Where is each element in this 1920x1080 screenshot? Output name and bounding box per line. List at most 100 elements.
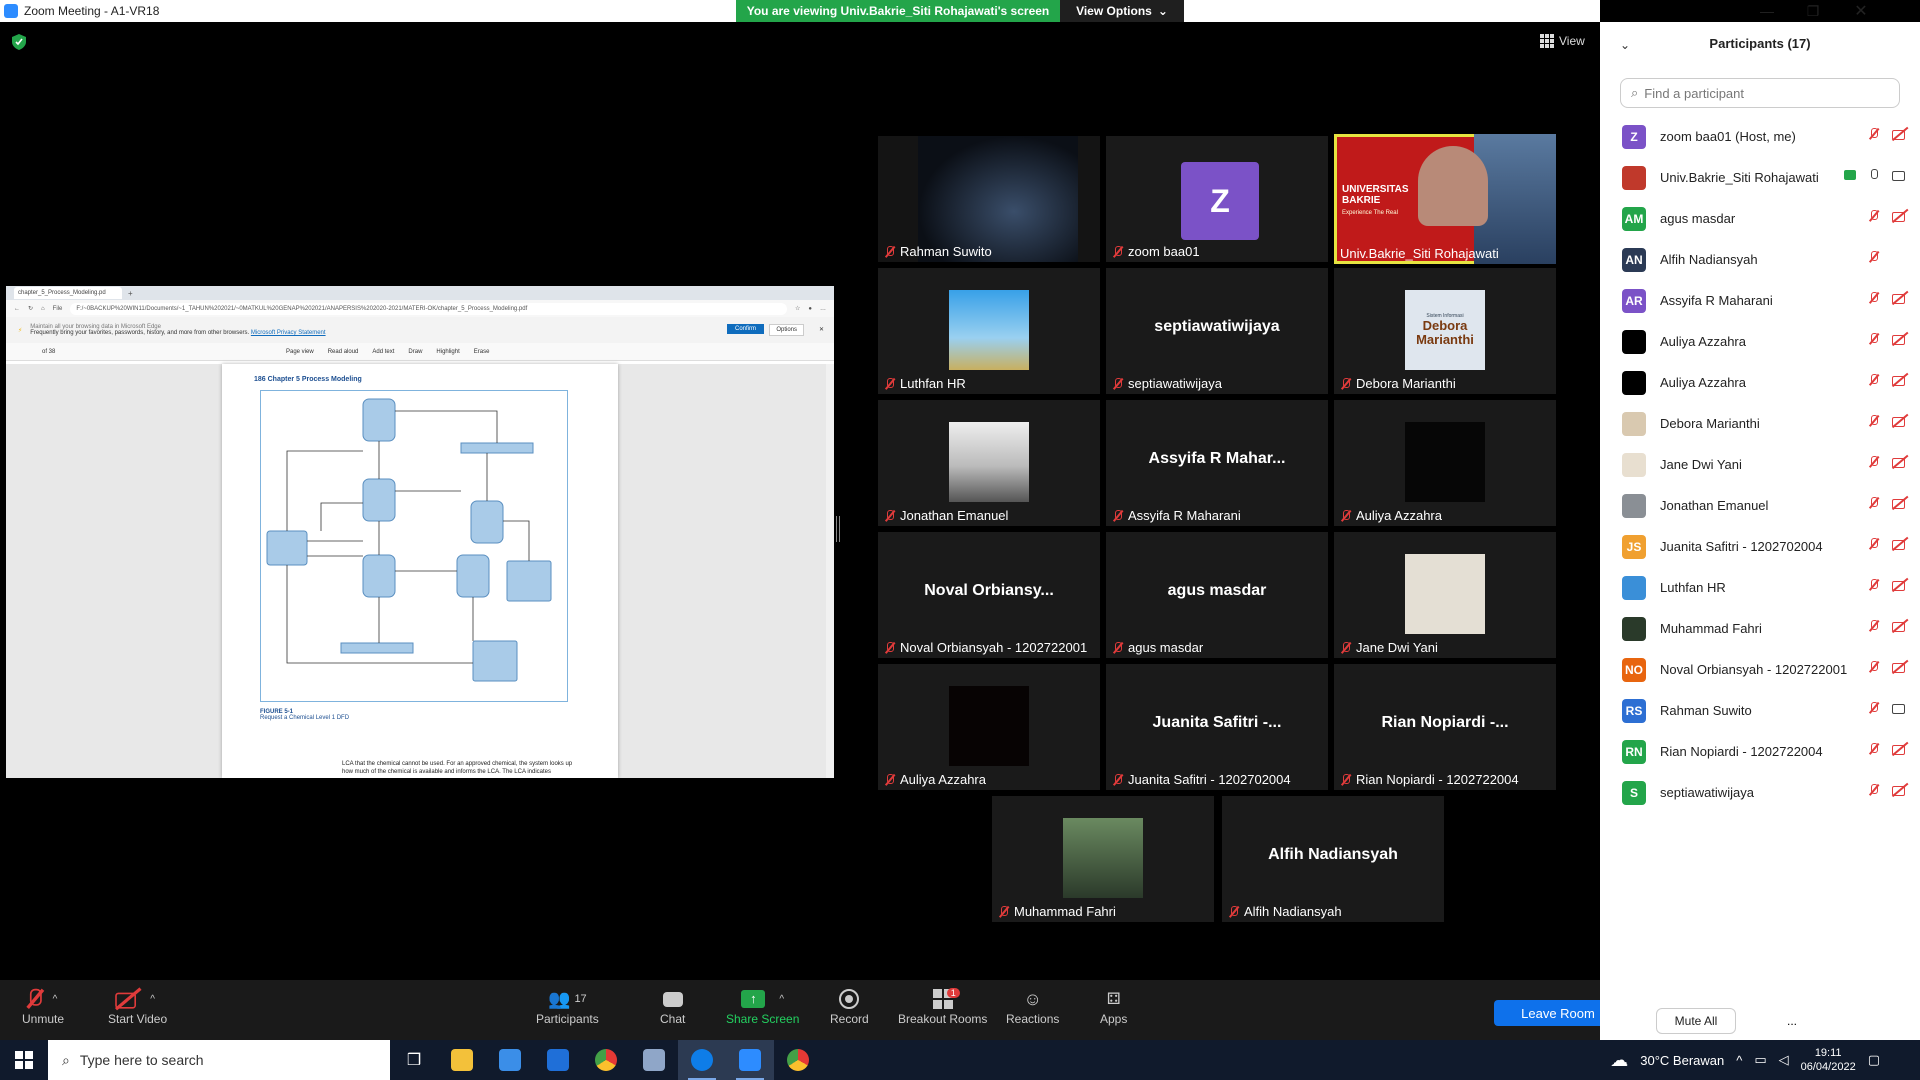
video-off-icon[interactable] xyxy=(1892,661,1908,673)
video-off-icon[interactable] xyxy=(1892,538,1908,550)
minimize-icon[interactable]: — xyxy=(1752,0,1782,22)
muted-mic-icon[interactable] xyxy=(1868,374,1880,386)
zoom-taskbar-icon[interactable] xyxy=(726,1040,774,1080)
apps-button[interactable]: ⚃ Apps xyxy=(1100,986,1127,1026)
video-off-icon[interactable] xyxy=(1892,497,1908,509)
breakout-rooms-button[interactable]: 1 Breakout Rooms xyxy=(898,986,987,1026)
muted-mic-icon[interactable] xyxy=(1868,251,1880,263)
close-icon[interactable]: ✕ xyxy=(1846,0,1876,22)
shared-screen[interactable]: chapter_5_Process_Modeling.pd + ← ↻ ⌂ Fi… xyxy=(6,286,834,778)
video-tile[interactable]: Luthfan HR xyxy=(878,268,1100,394)
participant-row[interactable]: Jonathan Emanuel xyxy=(1600,485,1920,526)
participant-row[interactable]: Auliya Azzahra xyxy=(1600,362,1920,403)
chat-button[interactable]: Chat xyxy=(660,986,685,1026)
start-button[interactable] xyxy=(0,1040,48,1080)
video-tile[interactable]: Jane Dwi Yani xyxy=(1334,532,1556,658)
notifications-icon[interactable]: ▢ xyxy=(1868,1052,1880,1068)
participant-row[interactable]: AN Alfih Nadiansyah xyxy=(1600,239,1920,280)
volume-icon[interactable]: ◁ xyxy=(1779,1052,1789,1068)
participant-row[interactable]: AR Assyifa R Maharani xyxy=(1600,280,1920,321)
muted-mic-icon[interactable] xyxy=(1868,661,1880,673)
muted-mic-icon[interactable] xyxy=(1868,333,1880,345)
video-tile[interactable]: Juanita Safitri -... Juanita Safitri - 1… xyxy=(1106,664,1328,790)
muted-mic-icon[interactable] xyxy=(1868,743,1880,755)
teamviewer-icon[interactable] xyxy=(678,1040,726,1080)
participant-row[interactable]: Sseptiawatiwijaya xyxy=(1600,772,1920,813)
video-tile[interactable]: Noval Orbiansy... Noval Orbiansyah - 120… xyxy=(878,532,1100,658)
clock[interactable]: 19:11 06/04/2022 xyxy=(1801,1046,1856,1074)
video-tile[interactable]: Jonathan Emanuel xyxy=(878,400,1100,526)
share-screen-button[interactable]: ↑ ^ Share Screen xyxy=(726,986,799,1026)
participant-row[interactable]: AM agus masdar xyxy=(1600,198,1920,239)
mail-icon[interactable] xyxy=(534,1040,582,1080)
video-tile[interactable]: Rahman Suwito xyxy=(878,136,1100,262)
taskbar-search[interactable]: ⌕ Type here to search xyxy=(48,1040,390,1080)
tray-chevron-icon[interactable]: ^ xyxy=(1736,1053,1742,1068)
store-icon[interactable] xyxy=(486,1040,534,1080)
weather-label[interactable]: 30°C Berawan xyxy=(1640,1053,1724,1068)
split-resize-handle[interactable] xyxy=(836,516,840,542)
participant-search-input[interactable]: ⌕ Find a participant xyxy=(1620,78,1900,108)
participant-row[interactable]: Debora Marianthi xyxy=(1600,403,1920,444)
video-tile[interactable]: Muhammad Fahri xyxy=(992,796,1214,922)
muted-mic-icon[interactable] xyxy=(1868,620,1880,632)
participant-row[interactable]: Jane Dwi Yani xyxy=(1600,444,1920,485)
muted-mic-icon[interactable] xyxy=(1868,579,1880,591)
video-off-icon[interactable] xyxy=(1892,456,1908,468)
video-off-icon[interactable] xyxy=(1892,333,1908,345)
video-icon[interactable] xyxy=(1892,702,1908,714)
video-off-icon[interactable] xyxy=(1892,210,1908,222)
participants-button[interactable]: 👥 17 Participants xyxy=(536,986,599,1027)
video-tile[interactable]: Rian Nopiardi -... Rian Nopiardi - 12027… xyxy=(1334,664,1556,790)
participant-row[interactable]: NO Noval Orbiansyah - 1202722001 xyxy=(1600,649,1920,690)
video-tile[interactable]: Auliya Azzahra xyxy=(1334,400,1556,526)
video-off-icon[interactable] xyxy=(1892,128,1908,140)
muted-mic-icon[interactable] xyxy=(1868,702,1880,714)
video-off-icon[interactable] xyxy=(1892,292,1908,304)
view-button[interactable]: View xyxy=(1540,34,1585,48)
view-options-button[interactable]: View Options ⌄ xyxy=(1060,0,1184,22)
video-off-icon[interactable] xyxy=(1892,743,1908,755)
video-icon[interactable] xyxy=(1892,169,1908,181)
muted-mic-icon[interactable] xyxy=(1868,497,1880,509)
participant-row[interactable]: Luthfan HR xyxy=(1600,567,1920,608)
muted-mic-icon[interactable] xyxy=(1868,210,1880,222)
muted-mic-icon[interactable] xyxy=(1868,128,1880,140)
participant-row[interactable]: RS Rahman Suwito xyxy=(1600,690,1920,731)
chrome-profile-icon[interactable] xyxy=(774,1040,822,1080)
muted-mic-icon[interactable] xyxy=(1868,456,1880,468)
unmute-button[interactable]: ^ Unmute xyxy=(22,986,64,1026)
participant-row[interactable]: JS Juanita Safitri - 1202702004 xyxy=(1600,526,1920,567)
participant-row[interactable]: Univ.Bakrie_Siti Rohajawati xyxy=(1600,157,1920,198)
video-tile[interactable]: agus masdar agus masdar xyxy=(1106,532,1328,658)
video-tile[interactable]: Auliya Azzahra xyxy=(878,664,1100,790)
reactions-button[interactable]: ☺ Reactions xyxy=(1006,986,1059,1027)
muted-mic-icon[interactable] xyxy=(1868,538,1880,550)
encryption-shield-icon[interactable] xyxy=(12,34,26,50)
mute-all-button[interactable]: Mute All xyxy=(1656,1008,1736,1034)
video-off-icon[interactable] xyxy=(1892,784,1908,796)
participant-row[interactable]: Auliya Azzahra xyxy=(1600,321,1920,362)
record-button[interactable]: Record xyxy=(830,986,869,1026)
more-options-button[interactable]: ... xyxy=(1782,1008,1802,1034)
video-off-icon[interactable] xyxy=(1892,374,1908,386)
video-off-icon[interactable] xyxy=(1892,620,1908,632)
participant-row[interactable]: RN Rian Nopiardi - 1202722004 xyxy=(1600,731,1920,772)
mic-icon[interactable] xyxy=(1868,169,1880,181)
muted-mic-icon[interactable] xyxy=(1868,292,1880,304)
muted-mic-icon[interactable] xyxy=(1868,784,1880,796)
network-icon[interactable]: ▭ xyxy=(1754,1052,1766,1068)
start-video-button[interactable]: ^ Start Video xyxy=(108,986,167,1026)
participant-row[interactable]: Muhammad Fahri xyxy=(1600,608,1920,649)
video-tile[interactable]: Sistem Informasi Debora Marianthi Debora… xyxy=(1334,268,1556,394)
app-icon[interactable] xyxy=(630,1040,678,1080)
video-tile[interactable]: Alfih Nadiansyah Alfih Nadiansyah xyxy=(1222,796,1444,922)
video-off-icon[interactable] xyxy=(1892,415,1908,427)
muted-mic-icon[interactable] xyxy=(1868,415,1880,427)
video-tile-active-speaker[interactable]: UNIVERSITAS BAKRIE Experience The Real U… xyxy=(1334,134,1556,264)
video-tile[interactable]: Assyifa R Mahar... Assyifa R Maharani xyxy=(1106,400,1328,526)
file-explorer-icon[interactable] xyxy=(438,1040,486,1080)
participant-row[interactable]: Zzoom baa01 (Host, me) xyxy=(1600,116,1920,157)
video-off-icon[interactable] xyxy=(1892,579,1908,591)
restore-icon[interactable]: ❐ xyxy=(1798,0,1828,22)
